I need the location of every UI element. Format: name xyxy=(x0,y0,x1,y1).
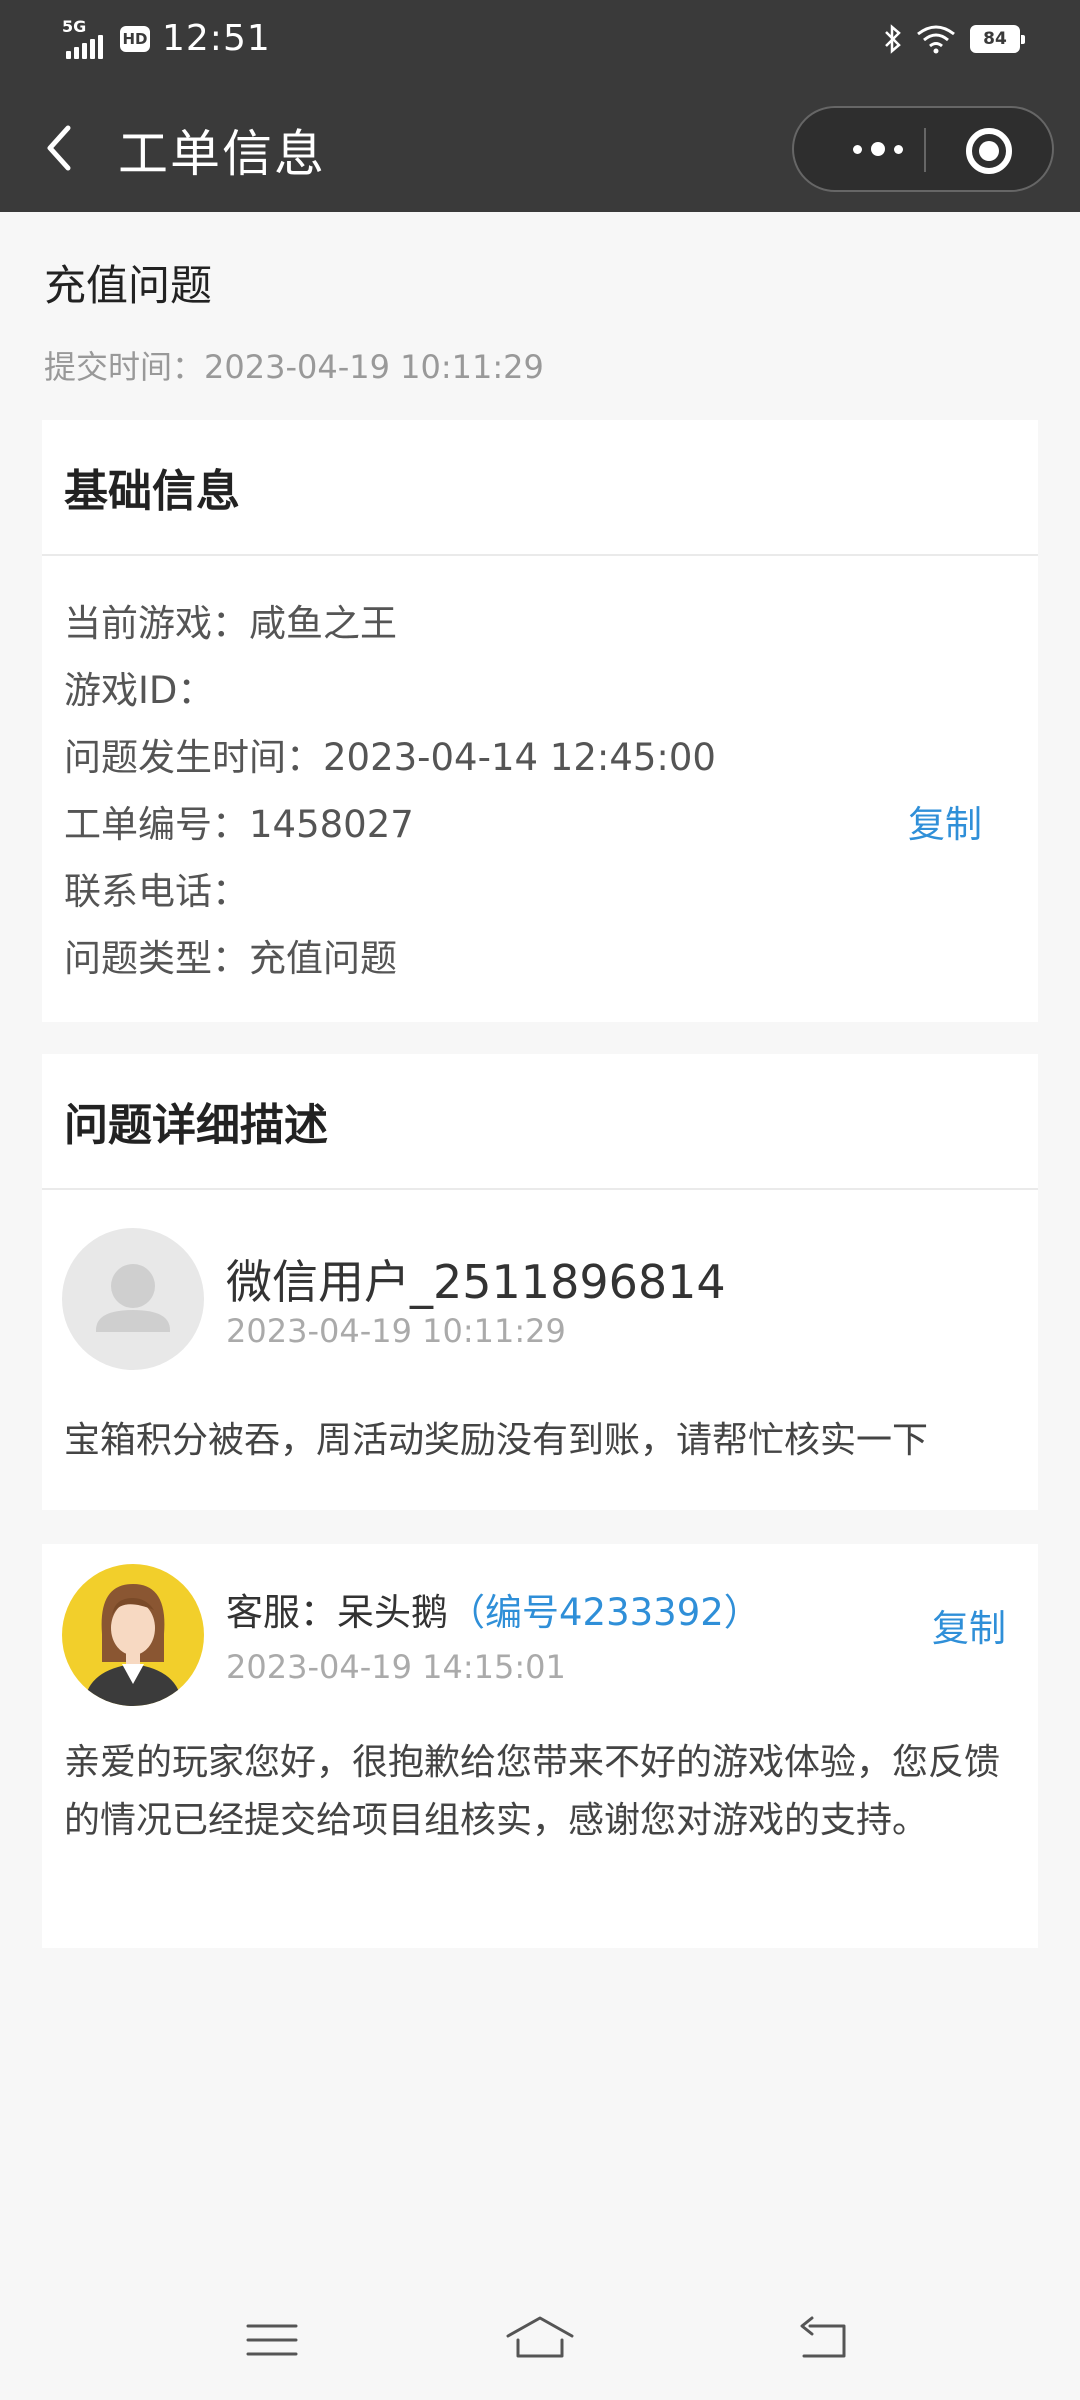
basic-info-heading: 基础信息 xyxy=(42,420,1038,556)
back-nav-icon[interactable] xyxy=(794,2310,854,2370)
bluetooth-icon xyxy=(885,24,901,54)
battery-level: 84 xyxy=(983,29,1007,49)
info-row-game-id: 游戏ID： xyxy=(64,657,1016,724)
hd-icon: HD xyxy=(120,25,150,52)
cs-message-time: 2023-04-19 14:15:01 xyxy=(226,1648,566,1686)
status-bar: 5G HD 12:51 84 xyxy=(0,0,1080,84)
page-title: 工单信息 xyxy=(118,125,326,183)
network-type: 5G xyxy=(62,16,87,36)
copy-ticket-number-button[interactable]: 复制 xyxy=(908,791,982,858)
info-row-game: 当前游戏：咸鱼之王 xyxy=(64,590,1016,657)
user-avatar xyxy=(62,1228,204,1370)
battery-icon: 84 xyxy=(970,25,1025,53)
ticket-title: 充值问题 xyxy=(44,261,213,310)
info-row-phone: 联系电话： xyxy=(64,858,1016,925)
submit-time-value: 2023-04-19 10:11:29 xyxy=(204,348,544,386)
info-row-issue-type: 问题类型：充值问题 xyxy=(64,925,1016,992)
user-message-text: 宝箱积分被吞，周活动奖励没有到账，请帮忙核实一下 xyxy=(64,1420,929,1461)
wifi-icon xyxy=(917,25,955,54)
menu-icon[interactable] xyxy=(244,2310,300,2370)
user-message-time: 2023-04-19 10:11:29 xyxy=(226,1312,566,1350)
signal-icon: 5G xyxy=(62,16,108,59)
info-value: 2023-04-14 12:45:00 xyxy=(323,736,716,779)
submit-time: 提交时间：2023-04-19 10:11:29 xyxy=(44,342,544,388)
cs-name-line: 客服：呆头鹅（编号4233392） xyxy=(226,1582,761,1636)
top-bar: 5G HD 12:51 84 工单信息 xyxy=(0,0,1080,212)
submit-time-label: 提交时间： xyxy=(44,348,205,386)
back-icon[interactable] xyxy=(38,120,82,176)
cs-id: （编号4233392） xyxy=(448,1591,761,1634)
info-label: 问题类型： xyxy=(64,937,249,980)
record-icon[interactable] xyxy=(966,128,1012,174)
detail-heading: 问题详细描述 xyxy=(42,1054,1038,1190)
info-label: 联系电话： xyxy=(64,870,249,913)
info-label: 游戏ID： xyxy=(64,669,215,712)
info-value: 咸鱼之王 xyxy=(249,602,397,645)
mini-program-capsule xyxy=(792,106,1054,192)
info-row-occur-time: 问题发生时间：2023-04-14 12:45:00 xyxy=(64,724,1016,791)
cs-message-text: 亲爱的玩家您好，很抱歉给您带来不好的游戏体验，您反馈的情况已经提交给项目组核实，… xyxy=(64,1742,1001,1841)
info-label: 当前游戏： xyxy=(64,602,249,645)
nav-bar: 工单信息 xyxy=(0,84,1080,212)
home-icon[interactable] xyxy=(504,2310,576,2370)
info-label: 工单编号： xyxy=(64,803,249,846)
cs-reply-card: 客服：呆头鹅（编号4233392） 复制 2023-04-19 14:15:01… xyxy=(42,1544,1038,1948)
cs-name: 客服：呆头鹅 xyxy=(226,1591,448,1634)
detail-card: 问题详细描述 微信用户_2511896814 2023-04-19 10:11:… xyxy=(42,1054,1038,1510)
user-name: 微信用户_2511896814 xyxy=(226,1255,726,1309)
info-label: 问题发生时间： xyxy=(64,736,323,779)
status-time: 12:51 xyxy=(162,18,271,59)
info-row-ticket-number: 工单编号：1458027 复制 xyxy=(64,791,1016,858)
cs-avatar xyxy=(62,1564,204,1706)
system-nav-bar xyxy=(0,2300,1080,2400)
agent-avatar-icon xyxy=(84,1584,182,1706)
capsule-divider xyxy=(924,128,926,172)
copy-cs-id-button[interactable]: 复制 xyxy=(932,1598,1006,1652)
more-icon[interactable] xyxy=(830,108,926,190)
info-value: 充值问题 xyxy=(249,937,397,980)
basic-info-card: 基础信息 当前游戏：咸鱼之王 游戏ID： 问题发生时间：2023-04-14 1… xyxy=(42,420,1038,1022)
info-value: 1458027 xyxy=(249,803,414,846)
default-avatar-icon xyxy=(96,1264,170,1332)
